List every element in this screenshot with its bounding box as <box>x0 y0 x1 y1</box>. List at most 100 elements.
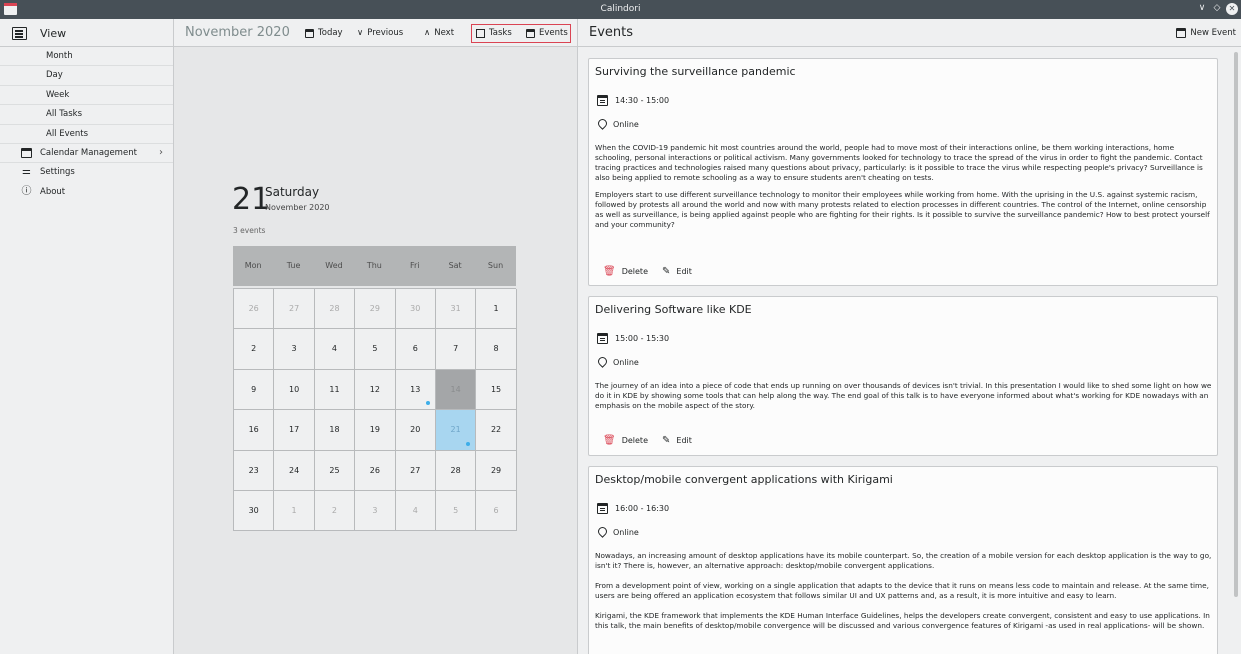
calendar-day-cell[interactable]: 15 <box>476 369 517 411</box>
calendar-day-cell[interactable]: 19 <box>355 410 396 451</box>
edit-button[interactable]: ✎ Edit <box>662 266 692 277</box>
calendar-day-cell[interactable]: 25 <box>314 450 356 491</box>
event-card[interactable]: Surviving the surveillance pandemic 14:30… <box>588 58 1218 286</box>
today-button[interactable]: Today <box>305 28 343 38</box>
calendar-day-cell[interactable]: 3 <box>274 329 315 370</box>
scrollbar[interactable] <box>1234 52 1238 597</box>
selected-day-name: Saturday <box>265 185 320 199</box>
calendar-day-cell[interactable]: 1 <box>274 490 315 532</box>
calendar-day-cell[interactable]: 28 <box>435 450 477 491</box>
event-description: Employers start to use different surveil… <box>595 190 1210 229</box>
calendar-day-cell[interactable]: 16 <box>234 410 275 451</box>
calendar-day-cell[interactable]: 27 <box>274 289 315 330</box>
calendar-day-number: 13 <box>410 384 421 394</box>
calendar-day-cell[interactable]: 5 <box>435 490 477 532</box>
calendar-day-number: 2 <box>251 344 257 354</box>
calendar-day-cell[interactable]: 17 <box>274 410 315 451</box>
tasks-button[interactable]: Tasks <box>476 28 512 38</box>
calendar-day-number: 28 <box>450 465 461 475</box>
delete-button[interactable]: 🗑︎ Delete <box>603 266 648 277</box>
calendar-day-number: 9 <box>251 384 257 394</box>
calendar-day-cell[interactable]: 20 <box>395 410 436 451</box>
calendar-day-number: 1 <box>493 304 499 313</box>
sidebar-item-all-events[interactable]: All Events <box>0 125 173 144</box>
close-button[interactable]: ✕ <box>1226 3 1238 15</box>
calendar-day-cell[interactable]: 12 <box>355 369 396 411</box>
calendar-day-number: 29 <box>369 304 380 313</box>
sidebar-item-week[interactable]: Week <box>0 86 173 106</box>
calendar-day-number: 24 <box>288 465 300 475</box>
event-description: From a development point of view, workin… <box>595 581 1209 600</box>
calendar-day-cell[interactable]: 31 <box>435 289 477 330</box>
calendar-day-cell[interactable]: 2 <box>314 490 356 532</box>
calendar-day-number: 6 <box>412 344 418 354</box>
calendar-day-cell[interactable]: 29 <box>355 289 396 330</box>
next-button[interactable]: ∧ Next <box>424 28 454 38</box>
sidebar-item-month[interactable]: Month <box>0 47 173 67</box>
calendar-day-number: 31 <box>450 304 461 313</box>
calendar-day-cell[interactable]: 18 <box>314 410 356 451</box>
view-list-icon <box>12 27 27 40</box>
calendar-day-cell[interactable]: 6 <box>476 490 517 532</box>
calendar-day-cell[interactable]: 10 <box>274 369 315 411</box>
delete-button[interactable]: 🗑︎ Delete <box>603 435 648 446</box>
sidebar-header[interactable]: View <box>0 19 173 47</box>
calendar-day-cell[interactable]: 14 <box>435 369 477 411</box>
calendar-day-number: 28 <box>329 304 340 313</box>
sidebar-item-all-tasks[interactable]: All Tasks <box>0 105 173 125</box>
sidebar-item-settings[interactable]: ⚌ Settings <box>0 163 173 182</box>
calendar-day-number: 29 <box>490 465 502 475</box>
calendar-day-cell[interactable]: 1 <box>476 289 517 330</box>
tasks-list-icon <box>476 28 485 38</box>
calendar-day-cell[interactable]: 6 <box>395 329 436 370</box>
calendar-day-cell[interactable]: 13 <box>395 369 436 411</box>
calendar-day-cell[interactable]: 11 <box>314 369 356 411</box>
calendar-day-cell[interactable]: 30 <box>234 490 275 532</box>
calendar-day-cell[interactable]: 21 <box>435 410 477 451</box>
maximize-button[interactable]: ◇ <box>1211 3 1223 13</box>
calendar-day-cell[interactable]: 4 <box>395 490 436 532</box>
calendar-day-number: 18 <box>329 425 340 435</box>
calendar-day-number: 2 <box>331 505 338 515</box>
calendar-day-number: 10 <box>288 384 300 394</box>
calendar-day-cell[interactable]: 24 <box>274 450 315 491</box>
calendar-day-number: 16 <box>248 425 259 435</box>
calendar-day-cell[interactable]: 4 <box>314 329 356 370</box>
location-pin-icon <box>597 527 606 538</box>
calendar-day-cell[interactable]: 30 <box>395 289 436 330</box>
calendar-icon <box>597 333 608 344</box>
new-event-button[interactable]: New Event <box>1176 28 1236 38</box>
calendar-day-cell[interactable]: 5 <box>355 329 396 370</box>
calendar-day-cell[interactable]: 27 <box>395 450 436 491</box>
minimize-button[interactable]: ∨ <box>1196 3 1208 13</box>
calendar-icon <box>597 95 608 106</box>
calendar-day-number: 26 <box>369 465 380 475</box>
event-card[interactable]: Delivering Software like KDE 15:00 - 15:3… <box>588 296 1218 456</box>
event-card[interactable]: Desktop/mobile convergent applications w… <box>588 466 1218 654</box>
calendar-day-number: 25 <box>329 465 340 475</box>
calendar-day-cell[interactable]: 22 <box>476 410 517 451</box>
calendar-day-cell[interactable]: 26 <box>234 289 275 330</box>
calendar-day-number: 11 <box>329 384 340 394</box>
event-title: Delivering Software like KDE <box>595 303 752 316</box>
calendar-toolbar: November 2020 Today ∨ Previous ∧ Next Ta… <box>174 19 577 47</box>
previous-button[interactable]: ∨ Previous <box>357 28 403 38</box>
calendar-day-cell[interactable]: 29 <box>476 450 517 491</box>
sidebar-item-about[interactable]: ⓘ About <box>0 183 173 202</box>
calendar-day-cell[interactable]: 26 <box>355 450 396 491</box>
calendar-day-number: 4 <box>331 344 338 354</box>
calendar-day-cell[interactable]: 28 <box>314 289 356 330</box>
event-actions: 🗑︎ Delete ✎ Edit <box>603 435 692 446</box>
calendar-day-cell[interactable]: 7 <box>435 329 477 370</box>
calendar-day-cell[interactable]: 8 <box>476 329 517 370</box>
calendar-day-cell[interactable]: 2 <box>234 329 275 370</box>
sidebar-item-calendar-management[interactable]: Calendar Management › <box>0 144 173 164</box>
calendar-day-cell[interactable]: 9 <box>234 369 275 411</box>
events-button[interactable]: Events <box>526 28 568 38</box>
events-count: 3 events <box>233 226 266 235</box>
calendar-day-cell[interactable]: 3 <box>355 490 396 532</box>
calendar-icon <box>526 28 535 38</box>
sidebar-item-day[interactable]: Day <box>0 66 173 86</box>
calendar-day-cell[interactable]: 23 <box>234 450 275 491</box>
edit-button[interactable]: ✎ Edit <box>662 435 692 446</box>
